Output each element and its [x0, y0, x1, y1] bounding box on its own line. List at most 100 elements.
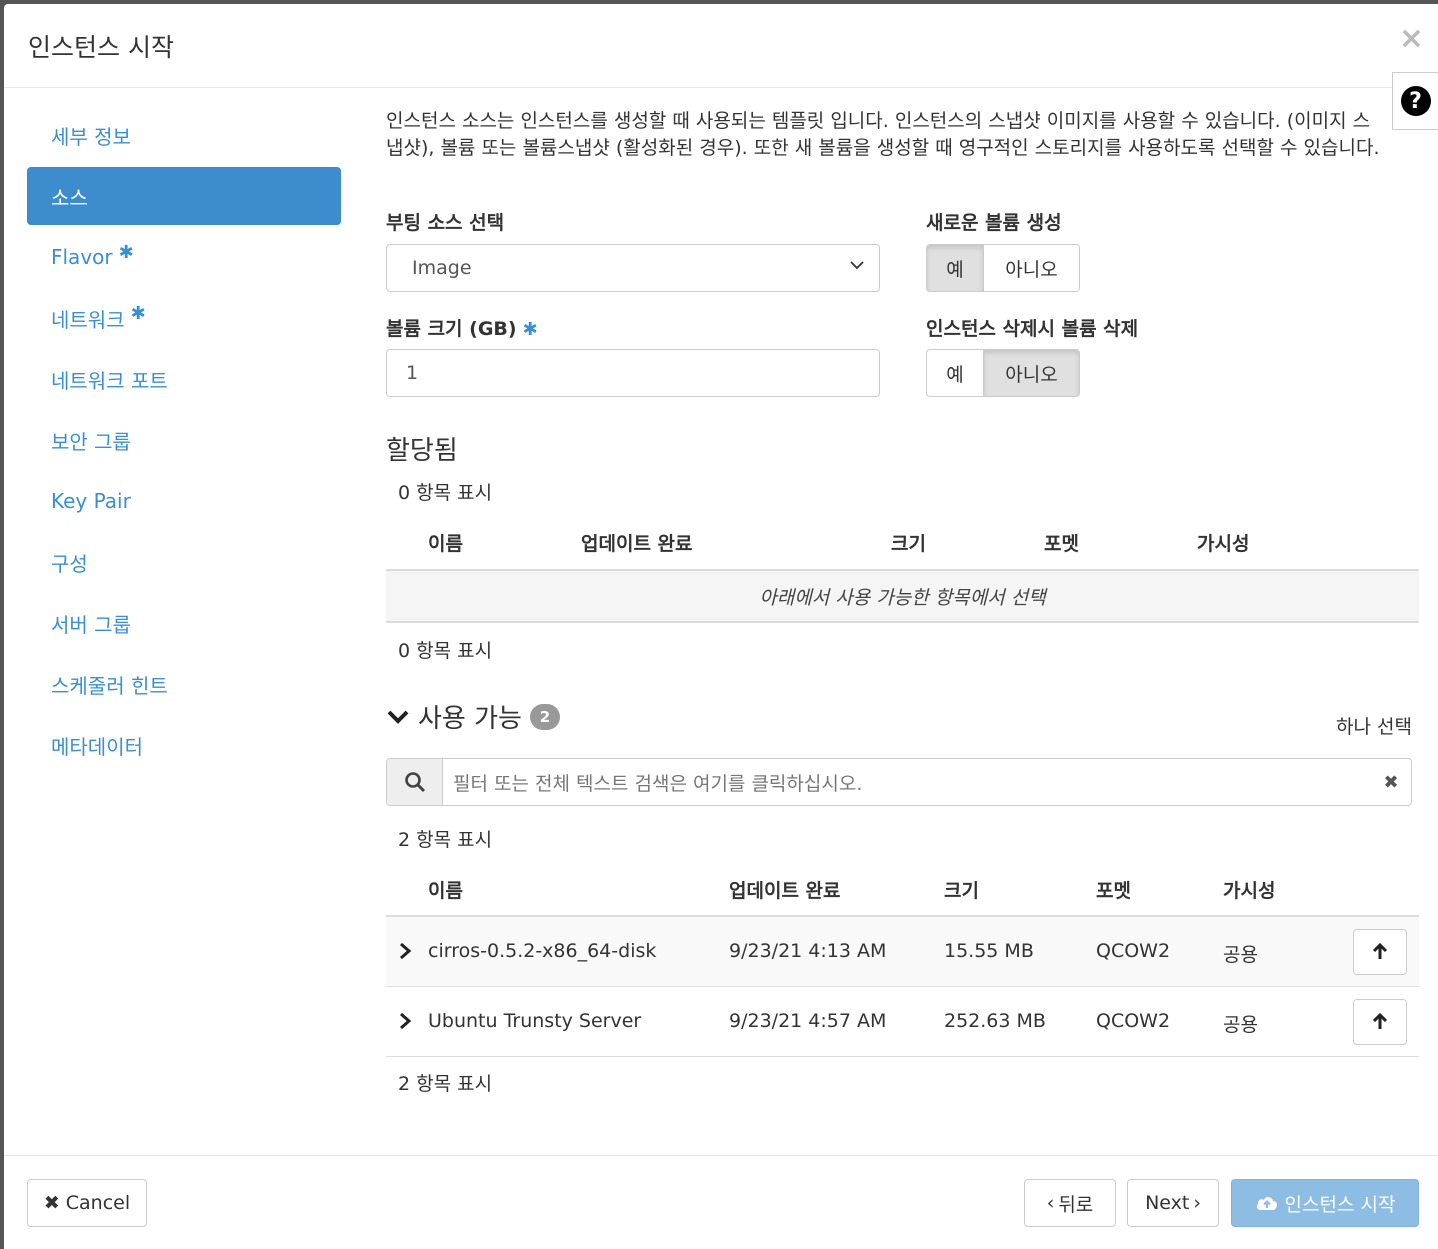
row-format: QCOW2 [1096, 940, 1171, 962]
row-size: 252.63 MB [944, 1010, 1046, 1032]
delete-volume-label: 인스턴스 삭제시 볼륨 삭제 [926, 318, 1139, 340]
nav-item-source[interactable]: 소스 [27, 167, 341, 225]
nav-item-network-ports[interactable]: 네트워크 포트 [27, 350, 341, 408]
available-header[interactable]: 사용 가능 2 [386, 698, 560, 735]
next-label: Next [1145, 1192, 1190, 1214]
available-count-bottom: 2 항목 표시 [398, 1073, 493, 1095]
allocate-button[interactable] [1353, 929, 1407, 975]
available-title: 사용 가능 [418, 704, 522, 734]
search-addon [387, 759, 443, 805]
available-col-visibility: 가시성 [1223, 880, 1276, 902]
modal-title: 인스턴스 시작 [28, 33, 174, 62]
nav-item-label: 스케줄러 힌트 [51, 673, 168, 698]
row-name: cirros-0.5.2-x86_64-disk [428, 940, 657, 962]
modal-header: 인스턴스 시작 × [4, 4, 1438, 88]
nav-item-label: 서버 그룹 [51, 612, 131, 637]
nav-item-security-groups[interactable]: 보안 그룹 [27, 411, 341, 469]
row-name: Ubuntu Trunsty Server [428, 1010, 642, 1032]
modal-footer: ✖ Cancel ‹ 뒤로 Next › 인스턴스 시작 [4, 1155, 1438, 1249]
create-volume-toggle: 예 아니오 [926, 244, 1080, 292]
chevron-right-icon: › [1193, 1192, 1201, 1214]
nav-item-label: 소스 [51, 185, 88, 210]
cancel-button[interactable]: ✖ Cancel [27, 1179, 147, 1227]
allocated-col-format: 포멧 [1044, 533, 1079, 555]
nav-item-label: 네트워크 포트 [51, 368, 168, 393]
source-panel: 인스턴스 소스는 인스턴스를 생성할 때 사용되는 템플릿 입니다. 인스턴스의… [386, 108, 1419, 1095]
row-visibility: 공용 [1223, 944, 1258, 966]
allocated-title: 할당됨 [386, 436, 458, 466]
available-hint: 하나 선택 [1336, 716, 1412, 738]
nav-item-network[interactable]: 네트워크 ✱ [27, 289, 341, 347]
volume-size-label: 볼륨 크기 (GB) ✱ [386, 314, 538, 341]
cloud-upload-icon [1256, 1197, 1277, 1210]
available-col-updated: 업데이트 완료 [729, 880, 841, 902]
row-updated: 9/23/21 4:57 AM [729, 1010, 887, 1032]
required-icon: ✱ [118, 241, 134, 263]
nav-item-label: Key Pair [51, 489, 131, 513]
chevron-left-icon: ‹ [1046, 1192, 1055, 1214]
allocated-col-updated: 업데이트 완료 [581, 533, 693, 555]
allocated-count-top: 0 항목 표시 [398, 482, 493, 504]
allocated-count-bottom: 0 항목 표시 [398, 640, 493, 662]
source-intro: 인스턴스 소스는 인스턴스를 생성할 때 사용되는 템플릿 입니다. 인스턴스의… [386, 110, 1380, 159]
nav-item-scheduler-hints[interactable]: 스케줄러 힌트 [27, 655, 341, 713]
wizard-nav: 세부 정보 소스 Flavor ✱ 네트워크 ✱ 네트워크 포트 보안 그룹 Key… [27, 106, 341, 777]
boot-source-value: Image [412, 257, 472, 279]
nav-item-key-pair[interactable]: Key Pair [27, 472, 341, 530]
nav-item-label: Flavor [51, 245, 113, 269]
arrow-up-icon [1372, 943, 1388, 959]
available-col-name: 이름 [428, 880, 463, 902]
clear-icon[interactable]: ✖ [1371, 759, 1411, 805]
allocate-button[interactable] [1353, 999, 1407, 1045]
nav-item-label: 구성 [51, 551, 88, 576]
chevron-down-icon [387, 710, 409, 724]
nav-item-configuration[interactable]: 구성 [27, 533, 341, 591]
nav-item-details[interactable]: 세부 정보 [27, 106, 341, 164]
available-col-size: 크기 [944, 880, 979, 902]
cancel-label: Cancel [65, 1192, 131, 1214]
row-format: QCOW2 [1096, 1010, 1171, 1032]
chevron-down-icon [850, 261, 864, 270]
nav-item-label: 메타데이터 [51, 734, 143, 759]
allocated-col-name: 이름 [428, 533, 463, 555]
delete-volume-no-button[interactable]: 아니오 [984, 349, 1080, 397]
row-updated: 9/23/21 4:13 AM [729, 940, 887, 962]
allocated-col-size: 크기 [891, 533, 926, 555]
available-col-format: 포멧 [1096, 880, 1131, 902]
create-volume-yes-button[interactable]: 예 [926, 244, 984, 292]
launch-instance-button[interactable]: 인스턴스 시작 [1231, 1179, 1419, 1227]
boot-source-select[interactable]: Image [386, 244, 880, 292]
launch-instance-modal: 인스턴스 시작 × ? 세부 정보 소스 Flavor ✱ 네트워크 ✱ 네트워크 … [4, 4, 1438, 1249]
nav-item-server-groups[interactable]: 서버 그룹 [27, 594, 341, 652]
volume-size-input[interactable]: 1 [386, 349, 880, 397]
nav-item-metadata[interactable]: 메타데이터 [27, 716, 341, 774]
delete-volume-yes-button[interactable]: 예 [926, 349, 984, 397]
nav-item-label: 세부 정보 [51, 124, 131, 149]
chevron-right-icon[interactable] [398, 942, 412, 960]
create-volume-no-button[interactable]: 아니오 [984, 244, 1080, 292]
volume-size-value: 1 [406, 362, 419, 384]
nav-item-label: 네트워크 [51, 307, 125, 332]
nav-item-label: 보안 그룹 [51, 429, 131, 454]
back-button[interactable]: ‹ 뒤로 [1024, 1179, 1116, 1227]
search-icon [404, 772, 425, 793]
delete-volume-toggle: 예 아니오 [926, 349, 1080, 397]
table-row: cirros-0.5.2-x86_64-disk 9/23/21 4:13 AM… [386, 917, 1419, 987]
allocated-col-visibility: 가시성 [1197, 533, 1250, 555]
search-input[interactable]: 필터 또는 전체 텍스트 검색은 여기를 클릭하십시오. [443, 759, 1371, 805]
next-button[interactable]: Next › [1127, 1179, 1219, 1227]
table-row: Ubuntu Trunsty Server 9/23/21 4:57 AM 25… [386, 987, 1419, 1057]
volume-size-label-text: 볼륨 크기 (GB) [386, 318, 517, 340]
allocated-empty-row: 아래에서 사용 가능한 항목에서 선택 [386, 569, 1419, 623]
row-size: 15.55 MB [944, 940, 1034, 962]
row-visibility: 공용 [1223, 1014, 1258, 1036]
back-label: 뒤로 [1058, 1193, 1094, 1216]
launch-label: 인스턴스 시작 [1284, 1193, 1396, 1216]
boot-source-label: 부팅 소스 선택 [386, 212, 505, 234]
available-count-top: 2 항목 표시 [398, 829, 493, 851]
close-icon[interactable]: × [1399, 24, 1424, 54]
create-volume-label: 새로운 볼륨 생성 [926, 212, 1062, 234]
nav-item-flavor[interactable]: Flavor ✱ [27, 228, 341, 286]
chevron-right-icon[interactable] [398, 1012, 412, 1030]
arrow-up-icon [1372, 1013, 1388, 1029]
